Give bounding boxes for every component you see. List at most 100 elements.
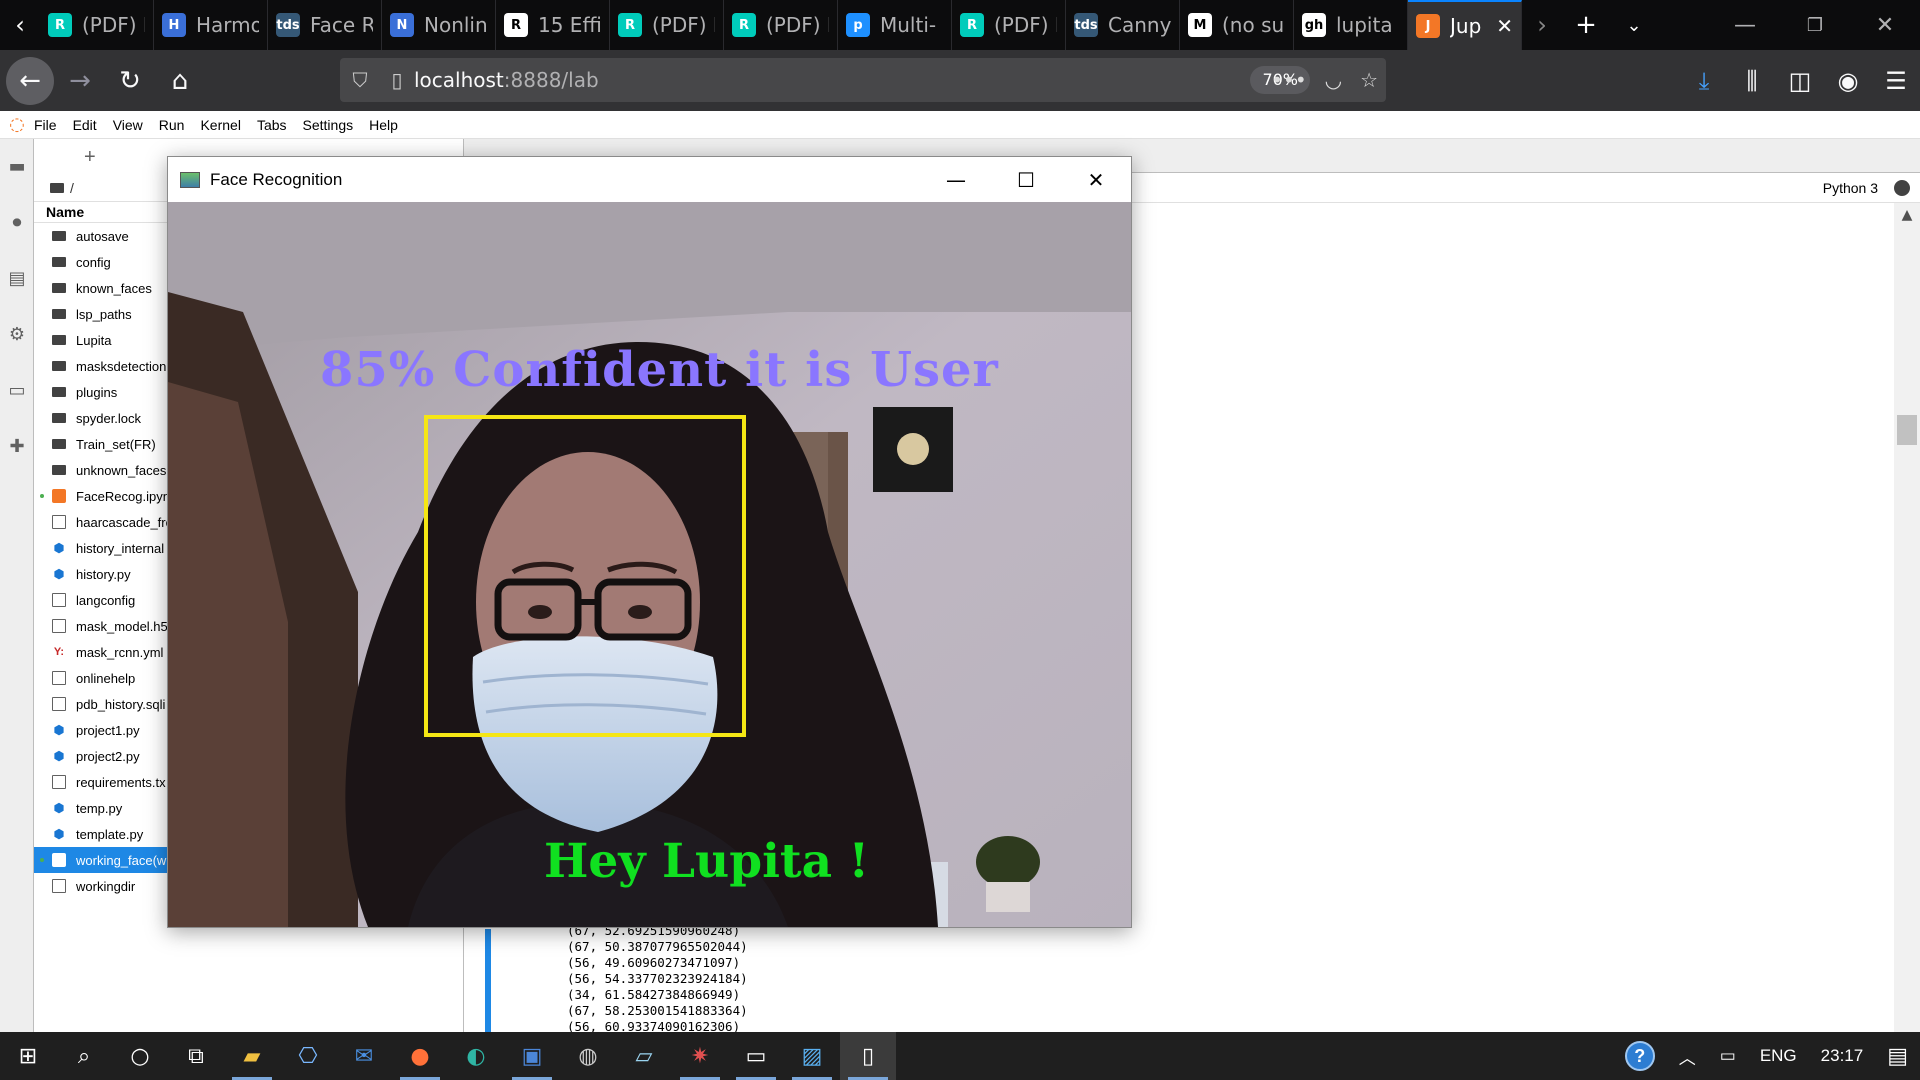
browser-tab[interactable]: gh lupita [1294,0,1408,50]
scrollbar-thumb[interactable] [1897,415,1917,445]
menu-edit[interactable]: Edit [73,117,97,133]
browser-tab[interactable]: J Jup ✕ [1408,0,1522,50]
menu-help[interactable]: Help [369,117,398,133]
page-actions-icon[interactable]: ••• [1271,68,1306,92]
pocket-icon[interactable]: ◡ [1325,68,1342,92]
anaconda-icon[interactable]: ◍ [560,1032,616,1080]
tab-scroll-right-icon[interactable]: › [1522,0,1562,50]
bookmark-star-icon[interactable]: ☆ [1360,68,1378,92]
running-kernels-icon[interactable]: ⏺ [7,213,27,233]
back-button[interactable]: ← [6,56,54,105]
browser-tab[interactable]: tds Face R [268,0,382,50]
output-line: (67, 50.387077965502044) [567,939,748,954]
browser-tab[interactable]: R (PDF) I [724,0,838,50]
search-icon[interactable]: ⌕ [56,1032,112,1080]
browser-tab[interactable]: p Multi- [838,0,952,50]
output-line: (56, 49.60960273471097) [567,955,741,970]
command-palette-icon[interactable]: ▤ [7,269,27,289]
sidebar-toggle-icon[interactable]: ◫ [1776,67,1824,95]
list-all-tabs-icon[interactable]: ⌄ [1610,0,1658,50]
folder-icon [52,413,66,423]
tab-close-icon[interactable]: ✕ [1496,14,1513,38]
firefox-icon[interactable]: ● [392,1032,448,1080]
face-window-minimize-icon[interactable]: — [921,157,991,202]
active-cell-indicator[interactable] [485,929,491,1032]
breadcrumb-root[interactable]: / [70,180,74,196]
windows-start-icon[interactable]: ⊞ [0,1032,56,1080]
home-folder-icon[interactable] [50,183,64,193]
home-button[interactable]: ⌂ [156,57,204,105]
new-tab-button[interactable]: + [1562,0,1610,50]
tracking-shield-icon[interactable]: ⛉ [340,68,380,92]
url-path: :8888/lab [503,68,599,92]
hamburger-menu-icon[interactable]: ☰ [1872,67,1920,95]
word-icon[interactable]: ▣ [504,1032,560,1080]
tab-favicon-icon: R [960,13,984,37]
task-view-icon[interactable]: ⧉ [168,1032,224,1080]
menu-kernel[interactable]: Kernel [200,117,240,133]
language-indicator[interactable]: ENG [1760,1046,1797,1066]
tab-scroll-left-icon[interactable]: ‹ [0,0,40,50]
open-tabs-icon[interactable]: ▭ [7,381,27,401]
browser-tab[interactable]: N Nonlin [382,0,496,50]
photos-icon[interactable]: ▨ [784,1032,840,1080]
menu-run[interactable]: Run [159,117,185,133]
tab-title: (PDF) I [652,13,715,37]
cortana-icon[interactable]: ○ [112,1032,168,1080]
property-inspector-icon[interactable]: ⚙ [7,325,27,345]
menu-file[interactable]: File [34,117,57,133]
restore-window-icon[interactable]: ❐ [1780,0,1850,50]
file-name: project1.py [76,722,140,738]
file-icon [52,775,66,789]
mail-icon[interactable]: ✉ [336,1032,392,1080]
spider-app-icon[interactable]: ✷ [672,1032,728,1080]
close-window-icon[interactable]: ✕ [1850,0,1920,50]
url-bar[interactable]: ⛉ ▯ localhost:8888/lab 70% ••• ◡ ☆ [340,58,1386,102]
browser-tab[interactable]: tds Canny [1066,0,1180,50]
extension-manager-icon[interactable]: ✚ [7,437,27,457]
browser-tab[interactable]: H Harmo [154,0,268,50]
menu-tabs[interactable]: Tabs [257,117,287,133]
tab-title: (PDF) I [82,13,145,37]
scroll-up-icon[interactable]: ▲ [1894,207,1920,223]
notebook-scrollbar[interactable]: ▲ [1894,203,1920,1032]
kernel-name[interactable]: Python 3 [1823,180,1878,196]
file-browser-icon[interactable]: ▬ [7,157,27,177]
menu-view[interactable]: View [113,117,143,133]
face-window-close-icon[interactable]: ✕ [1061,157,1131,202]
notebook-icon [52,853,66,867]
minimize-window-icon[interactable]: — [1710,0,1780,50]
help-icon[interactable]: ? [1624,1041,1655,1071]
browser-tab-strip: ‹ R (PDF) I H Harmo tds Face R N Nonlin R 15 Effi… [0,0,1920,50]
python-file-icon: ⬢ [53,749,65,763]
downloads-icon[interactable]: ⤓ [1680,67,1728,95]
battery-icon[interactable]: ▭ [1720,1046,1736,1066]
opencv-window-icon[interactable]: ▯ [840,1032,896,1080]
browser-tab[interactable]: R (PDF) I [610,0,724,50]
clock[interactable]: 23:17 [1821,1046,1864,1066]
action-center-icon[interactable]: ▤ [1887,1043,1908,1069]
forward-button[interactable]: → [56,57,104,105]
new-launcher-icon[interactable]: + [84,146,96,169]
browser-tab[interactable]: R (PDF) I [952,0,1066,50]
notepad-icon[interactable]: ▱ [616,1032,672,1080]
tab-favicon-icon: R [48,13,72,37]
browser-tab[interactable]: R (PDF) I [40,0,154,50]
terminal-icon[interactable]: ▭ [728,1032,784,1080]
account-icon[interactable]: ◉ [1824,67,1872,95]
edge-icon[interactable]: ◐ [448,1032,504,1080]
reload-button[interactable]: ↻ [106,57,154,105]
library-icon[interactable]: ⫼ [1728,67,1776,95]
network-app-icon[interactable]: ⎔ [280,1032,336,1080]
file-explorer-icon[interactable]: ▰ [224,1032,280,1080]
browser-tab[interactable]: M (no su [1180,0,1294,50]
folder-icon [52,361,66,371]
menu-settings[interactable]: Settings [303,117,354,133]
tab-favicon-icon: gh [1302,13,1326,37]
confidence-label: 85% Confident it is User [320,342,999,398]
page-info-icon[interactable]: ▯ [380,68,414,92]
show-hidden-icons-icon[interactable]: ︿ [1679,1044,1696,1069]
tab-container: R (PDF) I H Harmo tds Face R N Nonlin R 15 Effi R (… [40,0,1522,50]
browser-tab[interactable]: R 15 Effi [496,0,610,50]
face-window-maximize-icon[interactable]: ☐ [991,157,1061,202]
